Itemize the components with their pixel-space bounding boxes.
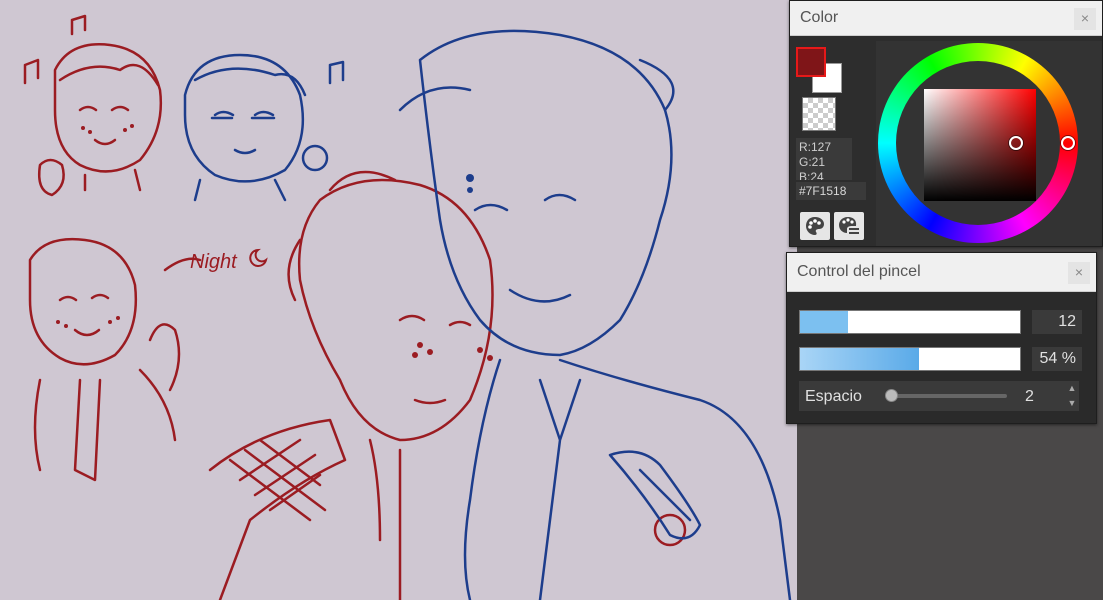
red-sketches [23, 14, 687, 600]
hue-marker[interactable] [1061, 136, 1075, 150]
spin-up-icon[interactable]: ▲ [1065, 382, 1079, 395]
hue-ring[interactable] [878, 43, 1078, 243]
color-swatches [796, 47, 846, 97]
palette-settings-icon [839, 217, 859, 234]
brush-size-fill [800, 311, 849, 333]
color-panel-title: Color [800, 9, 839, 26]
spacing-value[interactable]: 2 [1025, 388, 1034, 406]
brush-size-value[interactable]: 12 [1032, 310, 1082, 334]
spacing-track[interactable] [889, 394, 1007, 398]
color-wheel-area[interactable] [876, 41, 1102, 246]
rgb-red-value: R:127 [799, 140, 832, 154]
transparent-color-swatch[interactable] [802, 97, 836, 131]
brush-opacity-fill [800, 348, 919, 370]
rgb-green-value: G:21 [799, 155, 826, 169]
sketch-artwork: Night [23, 14, 792, 600]
moon-icon [249, 248, 268, 267]
rgb-readout: R:127 G:21 B:24 [796, 138, 852, 180]
close-icon[interactable]: × [1068, 262, 1090, 284]
close-icon[interactable]: × [1074, 8, 1096, 30]
palette-settings-button[interactable] [834, 212, 864, 240]
brush-size-slider[interactable] [799, 310, 1021, 334]
brush-panel-title: Control del pincel [797, 263, 921, 280]
night-label: Night [190, 251, 238, 273]
palette-button[interactable] [800, 212, 830, 240]
brush-control-panel: Control del pincel × 12 54 % Espacio 2 ▲… [786, 252, 1097, 424]
palette-icon [806, 217, 824, 235]
spacing-label: Espacio [805, 388, 862, 405]
foreground-color-swatch[interactable] [796, 47, 826, 77]
freckle-dots [56, 124, 493, 361]
spacing-control[interactable]: Espacio 2 ▲ ▼ [799, 381, 1079, 411]
sv-marker[interactable] [1009, 136, 1023, 150]
rgb-blue-value: B:24 [799, 170, 824, 180]
spacing-slider-thumb[interactable] [885, 389, 898, 402]
spin-down-icon[interactable]: ▼ [1065, 397, 1079, 410]
color-panel: Color × R:127 G:21 B:24 #7F1518 [789, 0, 1103, 247]
color-panel-header[interactable]: Color × [790, 1, 1102, 36]
brush-panel-header[interactable]: Control del pincel × [787, 253, 1096, 292]
hex-color-field[interactable]: #7F1518 [796, 182, 866, 200]
brush-opacity-value[interactable]: 54 % [1032, 347, 1082, 371]
brush-opacity-slider[interactable] [799, 347, 1021, 371]
blue-sketches [183, 29, 792, 600]
drawing-canvas[interactable]: Night [0, 0, 797, 600]
